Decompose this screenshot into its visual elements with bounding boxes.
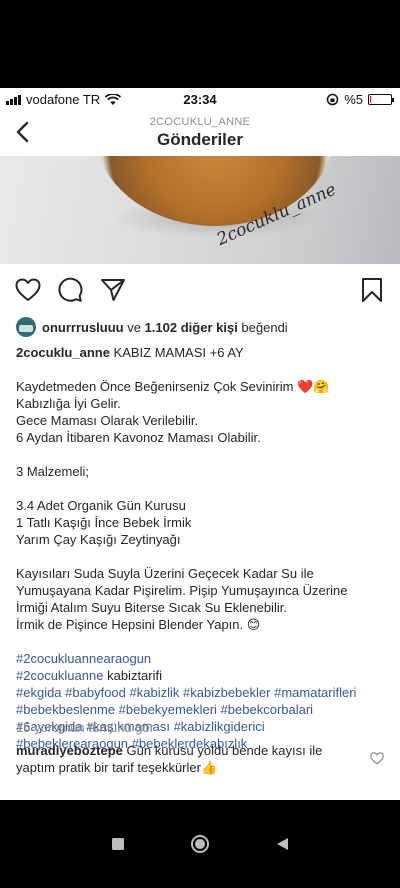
caption-line: 6 Aydan İtibaren Kavonoz Maması Olabilir… — [16, 430, 261, 445]
send-icon — [101, 279, 125, 301]
caption-line: İrmiği Atalım Suyu Biterse Sıcak Su Ekle… — [16, 600, 287, 615]
account-username: 2COCUKLU_ANNE — [149, 116, 251, 128]
post-actions — [0, 274, 400, 306]
instagram-post-screen: vodafone TR 23:34 %5 2COCUKLU_ANNE Gönde… — [0, 88, 400, 800]
hashtag-link[interactable]: #2cocukluannearaogun — [16, 651, 151, 666]
battery-icon — [368, 94, 394, 105]
heart-icon — [15, 278, 41, 301]
hashtag-line: #2cocukluannearaogun — [16, 650, 386, 667]
likes-count[interactable]: 1.102 diğer kişi — [145, 320, 238, 335]
comment-icon — [58, 277, 83, 302]
view-all-comments-link[interactable]: 15 yorumun tümünü gör — [16, 720, 154, 735]
hashtag-line: #bebekbeslenme #bebekyemekleri #bebekcor… — [16, 701, 386, 718]
hashtags: #2cocukluannearaogun #2cocukluanne kabizt… — [16, 650, 386, 752]
hashtag-link[interactable]: #kabizlikgiderici — [174, 719, 265, 734]
hashtag-link[interactable]: #kabizlik — [130, 685, 180, 700]
rotation-lock-icon — [326, 93, 339, 106]
caption-username[interactable]: 2cocuklu_anne — [16, 345, 110, 360]
hashtag-link[interactable]: #kabizbebekler — [183, 685, 270, 700]
battery-percent: %5 — [344, 92, 363, 107]
caption-line — [16, 446, 386, 463]
share-button[interactable] — [99, 276, 127, 304]
hashtag-line: #ekgida #babyfood #kabizlik #kabizbebekl… — [16, 684, 386, 701]
hashtag-link[interactable]: #bebekbeslenme — [16, 702, 115, 717]
page-title: Gönderiler — [157, 130, 243, 149]
hashtag-link[interactable]: #bebekcorbalari — [221, 702, 314, 717]
circle-icon — [191, 835, 209, 853]
recent-apps-button[interactable] — [100, 826, 136, 862]
hashtag-link[interactable]: #babyfood — [65, 685, 126, 700]
status-bar: vodafone TR 23:34 %5 — [0, 88, 400, 112]
caption-line: Yumuşayana Kadar Pişirelim. Pişip Yumuşa… — [16, 583, 348, 598]
hashtag-link[interactable]: #2cocukluanne — [16, 668, 103, 683]
bookmark-icon — [362, 278, 382, 302]
heart-icon — [370, 752, 384, 765]
caption-line: Yarım Çay Kaşığı Zeytinyağı — [16, 532, 181, 547]
comment-button[interactable] — [56, 276, 84, 304]
hashtag-link[interactable]: #bebekyemekleri — [119, 702, 217, 717]
caption-line: İrmik de Pişince Hepsini Blender Yapın. … — [16, 617, 261, 632]
hashtag-line: #2cocukluanne kabiztarifi — [16, 667, 386, 684]
caption-text: kabiztarifi — [107, 668, 163, 683]
caption-line — [16, 480, 386, 497]
caption-title: KABIZ MAMASI +6 AY — [109, 345, 244, 360]
hashtag-link[interactable]: #ekgida — [16, 685, 62, 700]
post-image[interactable]: 2cocuklu_anne — [0, 156, 400, 264]
caption-line: Kayısıları Suda Suyla Üzerini Geçecek Ka… — [16, 566, 314, 581]
caption-line: 3 Malzemeli; — [16, 464, 89, 479]
liker-avatar[interactable] — [16, 317, 36, 337]
nav-header: 2COCUKLU_ANNE Gönderiler — [0, 112, 400, 156]
caption-line: Gece Maması Olarak Verilebilir. — [16, 413, 199, 428]
caption-line — [16, 548, 386, 565]
battery-level — [370, 96, 371, 103]
square-icon — [112, 838, 124, 850]
likes-suffix: beğendi — [237, 319, 288, 335]
caption-line: 1 Tatlı Kaşığı İnce Bebek İrmik — [16, 515, 192, 530]
comment-username[interactable]: muradiyeboztepe — [16, 743, 123, 758]
caption-line: 3.4 Adet Organik Gün Kurusu — [16, 498, 186, 513]
system-navigation-bar — [0, 800, 400, 888]
top-bezel — [0, 0, 400, 88]
like-button[interactable] — [14, 276, 42, 304]
triangle-back-icon — [276, 838, 288, 850]
comment-like-button[interactable] — [370, 752, 384, 766]
caption-line: Kabızlığa İyi Gelir. — [16, 396, 121, 411]
system-back-button[interactable] — [264, 826, 300, 862]
liker-username[interactable]: onurrrusluuu — [42, 320, 124, 335]
likes-and: ve — [123, 319, 145, 335]
save-button[interactable] — [358, 276, 386, 304]
likes-summary[interactable]: onurrrusluuu ve 1.102 diğer kişi beğendi — [16, 317, 288, 337]
post-caption: 2cocuklu_anne KABIZ MAMASI +6 AY Kaydetm… — [16, 344, 386, 752]
home-button[interactable] — [182, 826, 218, 862]
caption-line: Kaydetmeden Önce Beğenirseniz Çok Sevini… — [16, 379, 330, 394]
comment-item: muradiyeboztepe Gün kurusu yoldu bende k… — [16, 742, 362, 776]
caption-line — [16, 361, 386, 378]
hashtag-link[interactable]: #mamatarifleri — [274, 685, 356, 700]
